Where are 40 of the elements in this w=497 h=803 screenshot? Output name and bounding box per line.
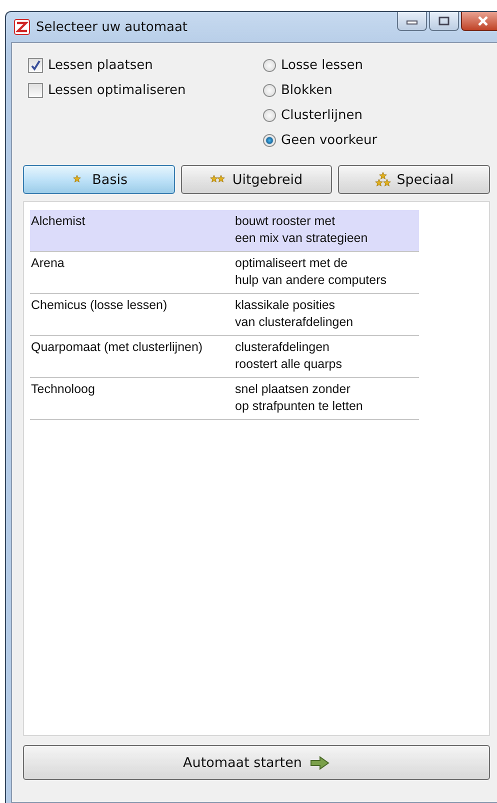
radio-label: Blokken (281, 83, 332, 98)
checkbox[interactable] (28, 58, 43, 73)
description-cell-text: snel plaatsen zonder op strafpunten te letten (235, 381, 364, 415)
maximize-icon (438, 16, 450, 26)
close-button[interactable] (461, 12, 497, 31)
description-cell-text: clusterafdelingen roostert alle quarps (235, 339, 344, 373)
checkbox-label: Lessen plaatsen (48, 58, 153, 73)
name-cell-text: Alchemist (31, 213, 86, 230)
name-cell-text: Chemicus (losse lessen) (31, 297, 168, 314)
app-icon (14, 19, 30, 35)
list-row[interactable]: Chemicus (losse lessen) klassikale posities van clusterafdelingen (30, 294, 419, 336)
checkbox-label: Lessen optimaliseren (48, 83, 186, 98)
maximize-button[interactable] (429, 12, 459, 31)
window-title: Selecteer uw automaat (36, 20, 189, 34)
tab[interactable]: Basis (23, 165, 175, 194)
tab[interactable]: Speciaal (338, 165, 490, 194)
start-button[interactable]: Automaat starten (23, 745, 490, 780)
minimize-button[interactable] (397, 12, 427, 31)
star-icon (374, 172, 391, 187)
list-row[interactable]: Quarpomaat (met clusterlijnen) clusterafdelingen roostert alle quarps (30, 336, 419, 378)
name-cell-text: Arena (31, 255, 66, 272)
name-cell-text: Technoloog (31, 381, 96, 398)
radio-button[interactable] (263, 109, 276, 122)
description-cell-text: bouwt rooster met een mix van strategieen (235, 213, 369, 247)
close-icon (477, 16, 489, 26)
list-row[interactable]: Arena optimaliseert met de hulp van andere computers (30, 252, 419, 294)
list-row[interactable]: Alchemist bouwt rooster met een mix van strategieen (30, 210, 419, 252)
radio-label: Geen voorkeur (281, 133, 378, 148)
tab[interactable]: Uitgebreid (180, 165, 332, 194)
checkbox[interactable] (28, 83, 43, 98)
radio-label: Losse lessen (281, 58, 364, 73)
description-cell-text: optimaliseert met de hulp van andere computers (235, 255, 388, 289)
radio-button[interactable] (263, 59, 276, 72)
name-cell-text: Quarpomaat (met clusterlijnen) (31, 339, 204, 356)
radio-button[interactable] (263, 134, 276, 147)
description-cell-text: klassikale posities van clusterafdelingen (235, 297, 354, 331)
radio-label: Clusterlijnen (281, 108, 362, 123)
list-row[interactable]: Technoloog snel plaatsen zonder op strafpunten te letten (30, 378, 419, 420)
radio-button[interactable] (263, 84, 276, 97)
arrow-right-icon (310, 756, 330, 770)
